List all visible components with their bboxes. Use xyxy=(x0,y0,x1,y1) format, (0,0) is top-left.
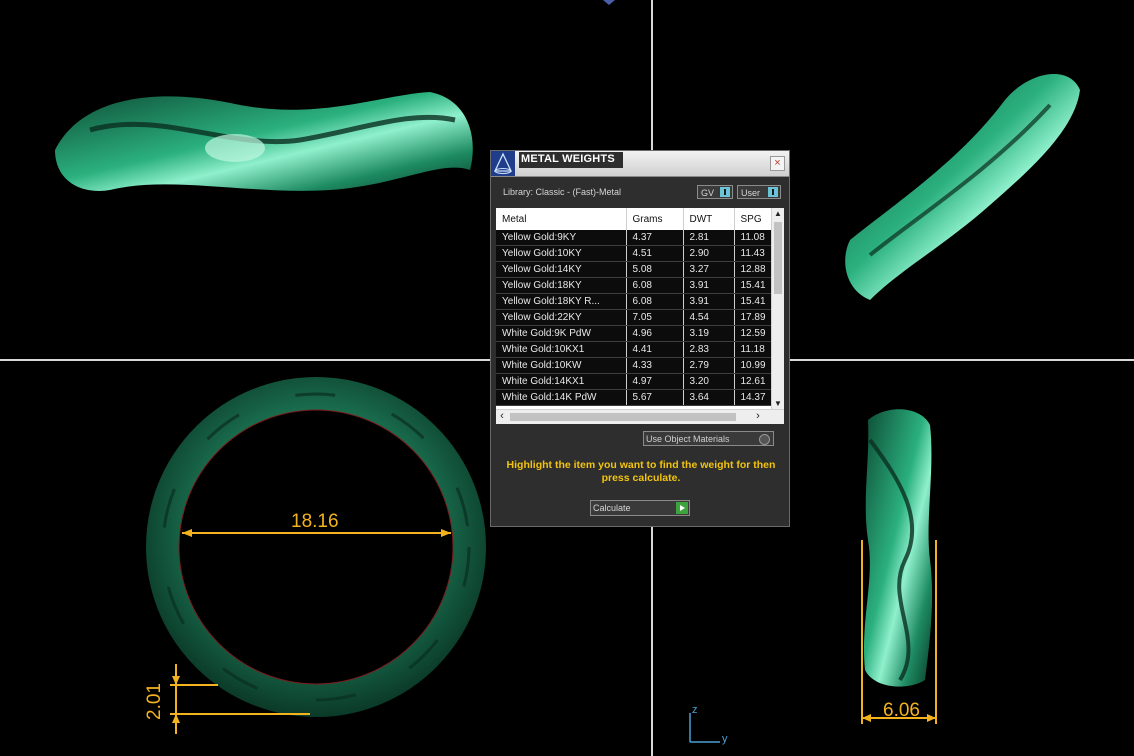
scroll-left-icon[interactable]: ‹ xyxy=(496,410,508,424)
dwt-cell: 3.64 xyxy=(683,389,735,406)
metal-table[interactable]: Metal Grams DWT SPG Yellow Gold:9KY 4.37 2… xyxy=(496,208,784,424)
grams-cell: 4.96 xyxy=(626,325,684,342)
dwt-cell: 3.27 xyxy=(683,261,735,278)
grams-cell: 4.37 xyxy=(626,230,684,246)
scroll-up-icon[interactable]: ▲ xyxy=(772,208,784,220)
vertical-scroll-thumb[interactable] xyxy=(774,222,782,294)
library-label: Library: Classic - (Fast)-Metal xyxy=(503,187,622,197)
table-row[interactable]: Yellow Gold:14KY 5.08 3.27 12.88 xyxy=(496,261,784,278)
dwt-cell: 2.79 xyxy=(683,357,735,374)
diameter-label: 18.16 xyxy=(291,511,339,532)
play-arrow-icon xyxy=(676,502,688,514)
grams-cell: 5.67 xyxy=(626,389,684,406)
view-marker-icon xyxy=(603,0,615,5)
metal-cell: White Gold:9K PdW xyxy=(496,325,627,342)
metal-cell: White Gold:14KX1 xyxy=(496,373,627,390)
table-row[interactable]: Yellow Gold:9KY 4.37 2.81 11.08 xyxy=(496,230,784,246)
metal-cell: White Gold:10KX1 xyxy=(496,341,627,358)
metal-cell: Yellow Gold:18KY R... xyxy=(496,293,627,310)
toggle-switch-icon xyxy=(768,187,778,197)
grams-cell: 4.33 xyxy=(626,357,684,374)
metal-cell: Yellow Gold:18KY xyxy=(496,277,627,294)
width-label: 6.06 xyxy=(883,700,920,721)
close-button[interactable]: × xyxy=(770,156,785,171)
grams-cell: 6.08 xyxy=(626,293,684,310)
grams-cell: 4.41 xyxy=(626,341,684,358)
radio-icon xyxy=(759,434,770,445)
metal-cell: Yellow Gold:22KY xyxy=(496,309,627,326)
metal-cell: Yellow Gold:9KY xyxy=(496,230,627,246)
grams-cell: 4.97 xyxy=(626,373,684,390)
table-header-row: Metal Grams DWT SPG xyxy=(496,208,784,230)
table-row[interactable]: White Gold:10KW 4.33 2.79 10.99 xyxy=(496,357,784,374)
table-row[interactable]: White Gold:14K PdW 5.67 3.64 14.37 xyxy=(496,389,784,406)
table-row[interactable]: White Gold:14KX1 4.97 3.20 12.61 xyxy=(496,373,784,390)
dwt-cell: 2.83 xyxy=(683,341,735,358)
dialog-title: METAL WEIGHTS xyxy=(519,152,623,168)
grams-cell: 4.51 xyxy=(626,245,684,262)
instruction-text: Highlight the item you want to find the … xyxy=(506,459,776,484)
horizontal-scrollbar[interactable]: ‹ › xyxy=(496,409,784,424)
column-header-dwt[interactable]: DWT xyxy=(683,208,735,230)
use-object-materials-toggle[interactable]: Use Object Materials xyxy=(643,431,774,446)
metal-weights-dialog: METAL WEIGHTS × Library: Classic - (Fast… xyxy=(490,150,790,527)
app-logo-icon xyxy=(491,151,515,176)
gv-toggle[interactable]: GV xyxy=(697,185,733,199)
dwt-cell: 3.91 xyxy=(683,277,735,294)
y-axis-label: y xyxy=(722,733,728,745)
dwt-cell: 3.19 xyxy=(683,325,735,342)
table-row[interactable]: White Gold:10KX1 4.41 2.83 11.18 xyxy=(496,341,784,358)
dwt-cell: 4.54 xyxy=(683,309,735,326)
table-row[interactable]: Yellow Gold:22KY 7.05 4.54 17.89 xyxy=(496,309,784,326)
dialog-titlebar[interactable]: METAL WEIGHTS × xyxy=(491,151,789,177)
vertical-scrollbar[interactable]: ▲ ▼ xyxy=(771,208,784,410)
horizontal-scroll-thumb[interactable] xyxy=(510,413,736,421)
ring-top-view xyxy=(146,377,486,717)
column-header-grams[interactable]: Grams xyxy=(626,208,684,230)
dwt-cell: 3.91 xyxy=(683,293,735,310)
ring-angled-view xyxy=(845,73,1080,301)
grams-cell: 6.08 xyxy=(626,277,684,294)
column-header-metal[interactable]: Metal xyxy=(496,208,627,230)
metal-cell: Yellow Gold:14KY xyxy=(496,261,627,278)
ring-side-view xyxy=(863,409,933,687)
gv-toggle-label: GV xyxy=(701,188,715,198)
grams-cell: 5.08 xyxy=(626,261,684,278)
use-object-materials-label: Use Object Materials xyxy=(646,434,730,444)
calculate-label: Calculate xyxy=(593,503,631,513)
table-row[interactable]: Yellow Gold:18KY 6.08 3.91 15.41 xyxy=(496,277,784,294)
metal-cell: Yellow Gold:10KY xyxy=(496,245,627,262)
user-toggle[interactable]: User xyxy=(737,185,781,199)
thickness-label: 2.01 xyxy=(144,683,165,720)
toggle-switch-icon xyxy=(720,187,730,197)
table-row[interactable]: Yellow Gold:10KY 4.51 2.90 11.43 xyxy=(496,245,784,262)
table-row[interactable]: Yellow Gold:18KY R... 6.08 3.91 15.41 xyxy=(496,293,784,310)
axis-indicator xyxy=(689,713,720,743)
z-axis-label: z xyxy=(692,704,698,716)
calculate-button[interactable]: Calculate xyxy=(590,500,690,516)
grams-cell: 7.05 xyxy=(626,309,684,326)
user-toggle-label: User xyxy=(741,188,761,198)
dwt-cell: 3.20 xyxy=(683,373,735,390)
dwt-cell: 2.81 xyxy=(683,230,735,246)
table-row[interactable]: White Gold:9K PdW 4.96 3.19 12.59 xyxy=(496,325,784,342)
metal-cell: White Gold:14K PdW xyxy=(496,389,627,406)
scroll-right-icon[interactable]: › xyxy=(752,410,764,424)
metal-cell: White Gold:10KW xyxy=(496,357,627,374)
dwt-cell: 2.90 xyxy=(683,245,735,262)
ring-front-view xyxy=(55,92,473,191)
